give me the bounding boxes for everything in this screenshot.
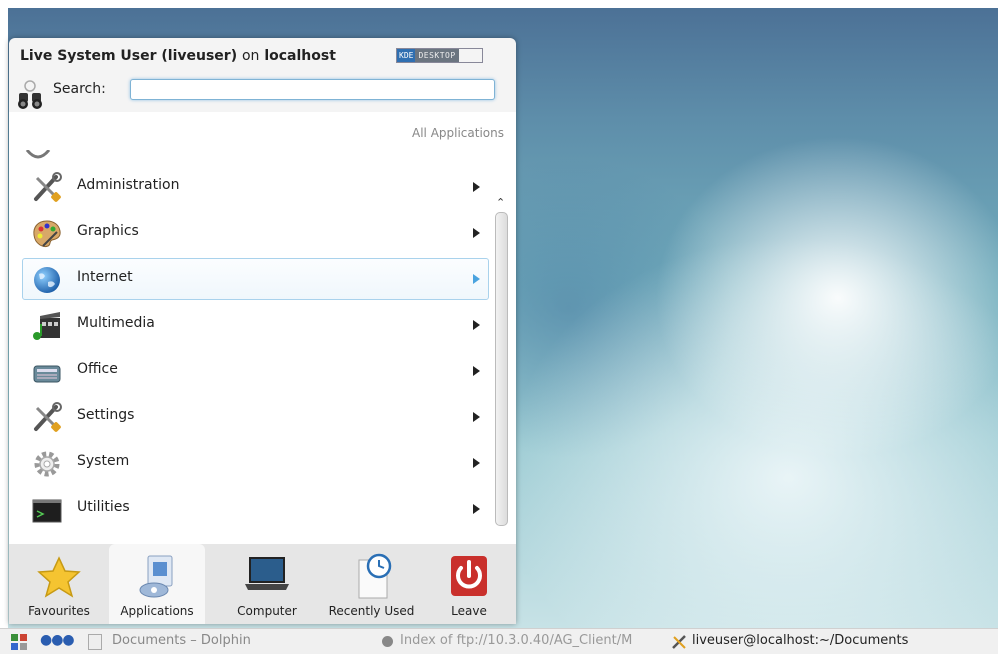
submenu-arrow-icon bbox=[473, 274, 480, 284]
applications-icon bbox=[139, 555, 173, 598]
kickoff-menu-icon[interactable] bbox=[10, 633, 28, 651]
menu-item-administration[interactable]: Administration bbox=[22, 166, 489, 208]
tab-computer[interactable]: Computer bbox=[217, 544, 317, 624]
power-icon bbox=[451, 556, 487, 596]
menu-item-label: System bbox=[77, 453, 130, 469]
user-name: Live System User (liveuser) bbox=[20, 48, 238, 64]
menu-item-utilities[interactable]: Utilities bbox=[22, 488, 489, 530]
tab-label: Recently Used bbox=[328, 604, 415, 618]
binoculars-icon bbox=[18, 80, 42, 109]
host-name: localhost bbox=[264, 48, 336, 64]
menu-item-label: Administration bbox=[77, 177, 180, 193]
taskbar: ●●● Documents – Dolphin Index of ftp://1… bbox=[0, 628, 998, 654]
tab-label: Leave bbox=[451, 604, 487, 618]
menu-item-settings[interactable]: Settings bbox=[22, 396, 489, 438]
submenu-arrow-icon bbox=[473, 182, 480, 192]
submenu-arrow-icon bbox=[473, 458, 480, 468]
application-launcher: Live System User (liveuser) on localhost… bbox=[9, 38, 516, 624]
film-music-icon bbox=[33, 312, 60, 340]
menu-item-label: Settings bbox=[77, 407, 135, 423]
pager-dots-icon[interactable]: ●●● bbox=[40, 632, 75, 648]
menu-item-internet[interactable]: Internet bbox=[22, 258, 489, 300]
task-browser[interactable]: Index of ftp://10.3.0.40/AG_Client/M bbox=[400, 633, 658, 648]
terminal-icon bbox=[32, 499, 62, 523]
submenu-arrow-icon bbox=[473, 366, 480, 376]
user-on-text: on bbox=[241, 48, 260, 64]
submenu-arrow-icon bbox=[473, 228, 480, 238]
clock-document-icon bbox=[358, 553, 391, 599]
launcher-header: Live System User (liveuser) on localhost… bbox=[9, 38, 516, 110]
browser-icon bbox=[382, 636, 393, 647]
menu-item-label: Graphics bbox=[77, 223, 139, 239]
search-label: Search: bbox=[53, 81, 106, 97]
user-info: Live System User (liveuser) on localhost bbox=[20, 48, 336, 64]
submenu-arrow-icon bbox=[473, 504, 480, 514]
tools-icon bbox=[34, 172, 62, 202]
menu-item-multimedia[interactable]: Multimedia bbox=[22, 304, 489, 346]
menu-item-graphics[interactable]: Graphics bbox=[22, 212, 489, 254]
submenu-arrow-icon bbox=[473, 412, 480, 422]
menu-item-office[interactable]: Office bbox=[22, 350, 489, 392]
desktop-logo-text: DESKTOP bbox=[415, 49, 459, 62]
menu-item-label: Internet bbox=[77, 269, 133, 285]
star-icon bbox=[37, 556, 81, 598]
search-input[interactable] bbox=[130, 79, 495, 100]
launcher-tabbar: Favourites Applications Computer Recentl… bbox=[9, 544, 516, 624]
scroll-up-icon[interactable]: ⌃ bbox=[496, 197, 505, 208]
application-list: All Applications Administration Graphics… bbox=[9, 112, 516, 568]
menu-item-label: Utilities bbox=[77, 499, 130, 515]
breadcrumb-all-applications[interactable]: All Applications bbox=[412, 126, 504, 140]
kde-logo-text: KDE bbox=[397, 49, 416, 62]
terminal-tools-icon bbox=[672, 635, 686, 649]
typewriter-icon bbox=[33, 365, 61, 383]
tab-label: Computer bbox=[237, 604, 297, 618]
task-dolphin[interactable]: Documents – Dolphin bbox=[112, 633, 251, 648]
submenu-arrow-icon bbox=[473, 320, 480, 330]
menu-item-system[interactable]: System bbox=[22, 442, 489, 484]
palette-icon bbox=[33, 220, 61, 247]
tools-icon bbox=[34, 402, 62, 432]
task-terminal[interactable]: liveuser@localhost:~/Documents bbox=[692, 633, 908, 648]
partial-item-icon bbox=[25, 150, 51, 159]
laptop-icon bbox=[245, 557, 289, 590]
globe-icon bbox=[34, 267, 60, 293]
dolphin-icon bbox=[88, 634, 102, 650]
menu-item-label: Multimedia bbox=[77, 315, 155, 331]
gear-icon bbox=[34, 451, 60, 477]
scrollbar-thumb[interactable] bbox=[495, 212, 508, 526]
tab-label: Applications bbox=[120, 604, 194, 618]
tab-label: Favourites bbox=[28, 604, 90, 618]
tab-favourites[interactable]: Favourites bbox=[9, 544, 109, 624]
kde-desktop-logo: KDE DESKTOP bbox=[396, 48, 483, 63]
menu-item-label: Office bbox=[77, 361, 118, 377]
tab-leave[interactable]: Leave bbox=[429, 544, 509, 624]
tab-recently-used[interactable]: Recently Used bbox=[314, 544, 429, 624]
tab-applications[interactable]: Applications bbox=[109, 544, 205, 624]
